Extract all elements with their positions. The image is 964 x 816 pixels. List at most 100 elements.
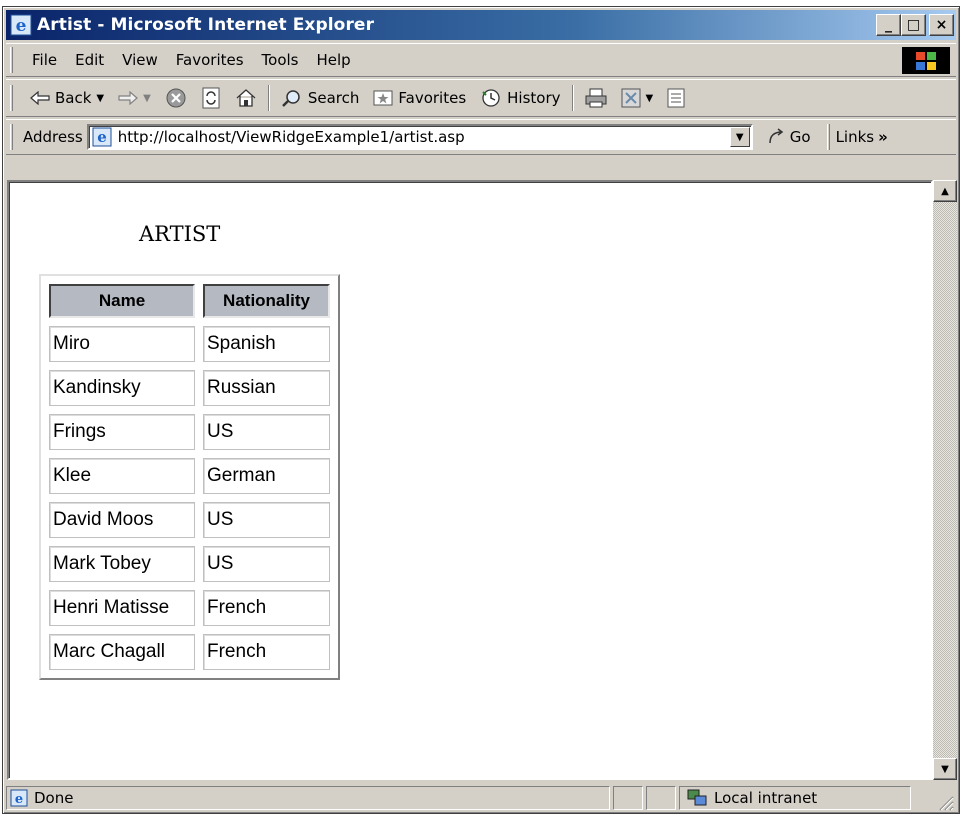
resize-grip-icon[interactable]	[936, 793, 954, 811]
page-ie-icon: e	[92, 127, 112, 147]
window-title: Artist - Microsoft Internet Explorer	[37, 15, 375, 35]
home-icon	[236, 89, 256, 107]
artist-table: Name Nationality Miro Spanish Kandinsky …	[39, 274, 340, 680]
table-row: Henri Matisse French	[49, 590, 330, 626]
nationality-cell: Spanish	[203, 326, 330, 362]
nationality-cell: US	[203, 414, 330, 450]
menu-file[interactable]: File	[23, 51, 66, 69]
back-button[interactable]: Back ▼	[23, 89, 111, 107]
column-header-nationality: Nationality	[203, 284, 330, 318]
history-button[interactable]: History	[473, 88, 567, 108]
forward-arrow-icon	[118, 91, 139, 105]
minimize-button[interactable]: _	[876, 14, 901, 36]
discuss-button[interactable]	[660, 88, 692, 108]
ie-page-icon: e	[10, 789, 28, 807]
back-label: Back	[55, 89, 92, 107]
stop-icon	[166, 88, 186, 108]
browser-window: e Artist - Microsoft Internet Explorer _…	[2, 6, 960, 814]
forward-button[interactable]: ▼	[111, 91, 158, 105]
chevron-down-icon[interactable]: ▼	[96, 93, 104, 104]
status-pane-security	[646, 786, 676, 810]
toolbar-separator	[267, 85, 270, 111]
favorites-icon	[373, 90, 393, 106]
nationality-cell: US	[203, 546, 330, 582]
artist-name-cell: Henri Matisse	[49, 590, 195, 626]
artist-name-cell: David Moos	[49, 502, 195, 538]
svg-text:e: e	[97, 128, 107, 146]
table-row: David Moos US	[49, 502, 330, 538]
go-label: Go	[789, 128, 811, 146]
favorites-label: Favorites	[398, 89, 467, 107]
printer-icon	[585, 88, 607, 108]
vertical-scrollbar[interactable]: ▲ ▼	[933, 180, 957, 780]
menu-tools[interactable]: Tools	[253, 51, 308, 69]
toolbar-grip[interactable]	[10, 85, 13, 111]
artist-name-cell: Kandinsky	[49, 370, 195, 406]
svg-text:e: e	[15, 792, 23, 807]
title-bar[interactable]: e Artist - Microsoft Internet Explorer _…	[6, 10, 956, 40]
standard-toolbar: Back ▼ ▼ Search Favorites History ▼	[6, 79, 956, 117]
nationality-cell: French	[203, 590, 330, 626]
security-zone-pane[interactable]: Local intranet	[679, 786, 911, 810]
menu-view[interactable]: View	[113, 51, 167, 69]
history-icon	[482, 89, 500, 107]
zone-label: Local intranet	[714, 789, 818, 807]
window-controls: _ □ ×	[876, 14, 954, 36]
chevron-right-icon[interactable]: »	[878, 128, 888, 146]
ie-logo-icon: e	[10, 14, 32, 36]
discuss-icon	[667, 88, 685, 108]
maximize-button[interactable]: □	[901, 14, 926, 36]
links-label: Links	[835, 128, 875, 146]
address-grip[interactable]	[10, 124, 13, 150]
address-bar: Address e http://localhost/ViewRidgeExam…	[6, 119, 956, 155]
table-row: Klee German	[49, 458, 330, 494]
scroll-down-button[interactable]: ▼	[933, 758, 957, 780]
back-arrow-icon	[30, 91, 50, 105]
table-row: Mark Tobey US	[49, 546, 330, 582]
status-text: Done	[34, 789, 74, 807]
table-row: Frings US	[49, 414, 330, 450]
toolbar-separator	[571, 85, 574, 111]
menu-favorites[interactable]: Favorites	[167, 51, 253, 69]
address-label: Address	[23, 128, 83, 146]
nationality-cell: French	[203, 634, 330, 670]
table-row: Marc Chagall French	[49, 634, 330, 670]
svg-text:e: e	[16, 16, 27, 36]
go-button[interactable]: Go	[767, 128, 811, 146]
menu-edit[interactable]: Edit	[66, 51, 113, 69]
page-title: ARTIST	[139, 222, 221, 246]
favorites-button[interactable]: Favorites	[366, 89, 473, 107]
links-grip[interactable]	[826, 124, 830, 150]
address-dropdown-button[interactable]: ▼	[729, 127, 750, 147]
close-button[interactable]: ×	[929, 14, 954, 36]
history-label: History	[507, 89, 561, 107]
stop-button[interactable]	[158, 87, 194, 109]
address-input[interactable]: e http://localhost/ViewRidgeExample1/art…	[86, 124, 753, 150]
scroll-up-button[interactable]: ▲	[933, 180, 957, 202]
chevron-down-icon[interactable]: ▼	[646, 93, 654, 104]
page-viewport: ARTIST Name Nationality Miro Spanish Kan…	[7, 180, 933, 780]
search-icon	[281, 90, 300, 107]
refresh-button[interactable]	[194, 87, 228, 109]
nationality-cell: US	[203, 502, 330, 538]
links-toolbar[interactable]: Links »	[826, 124, 888, 150]
status-main-pane: e Done	[6, 786, 610, 810]
status-bar: e Done Local intranet	[6, 784, 956, 812]
windows-flag-icon	[902, 47, 950, 74]
menu-help[interactable]: Help	[308, 51, 360, 69]
artist-name-cell: Miro	[49, 326, 195, 362]
print-button[interactable]	[578, 88, 614, 108]
menu-grip[interactable]	[10, 47, 13, 73]
home-button[interactable]	[228, 88, 264, 108]
artist-name-cell: Marc Chagall	[49, 634, 195, 670]
nationality-cell: German	[203, 458, 330, 494]
intranet-zone-icon	[687, 789, 707, 806]
table-row: Miro Spanish	[49, 326, 330, 362]
menu-bar: File Edit View Favorites Tools Help	[6, 43, 956, 77]
status-pane-progress	[613, 786, 643, 810]
chevron-down-icon[interactable]: ▼	[143, 93, 151, 104]
edit-button[interactable]: ▼	[614, 88, 661, 108]
table-header-row: Name Nationality	[49, 284, 330, 318]
artist-name-cell: Frings	[49, 414, 195, 450]
search-button[interactable]: Search	[274, 88, 367, 108]
